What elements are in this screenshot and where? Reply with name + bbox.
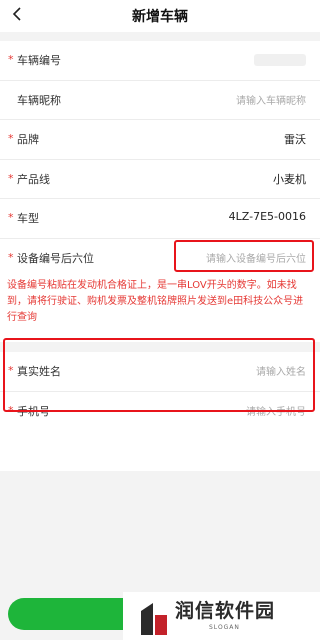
brand-row[interactable]: * 品牌 雷沃 [0,120,320,160]
vehicle-no-label: 车辆编号 [17,54,61,67]
building-logo-icon [141,603,167,635]
nickname-label: 车辆昵称 [17,93,61,107]
product-line-row[interactable]: * 产品线 小麦机 [0,160,320,199]
required-mark: * [8,211,14,224]
required-mark: * [8,171,14,185]
device-no-hint: 设备编号粘贴在发动机合格证上，是一串LOV开头的数字。如未找到，请将行驶证、购机… [0,278,320,342]
owner-info-highlight-box [3,338,315,412]
brand-value: 雷沃 [284,133,306,146]
product-line-label: 产品线 [17,172,50,186]
nickname-row[interactable]: 车辆昵称 请输入车辆昵称 [0,81,320,120]
device-no-highlight-box [174,240,314,272]
vehicle-no-row[interactable]: * 车辆编号 [0,41,320,81]
form-bottom-filler [0,431,320,471]
product-line-value: 小麦机 [273,172,306,186]
model-value: 4LZ-7E5-0016 [228,210,306,223]
required-mark: * [8,53,14,66]
required-mark: * [8,132,14,145]
vehicle-no-value [254,54,306,66]
brand-label: 品牌 [17,133,39,146]
model-label: 车型 [17,212,39,225]
required-mark: * [8,250,14,264]
nickname-input[interactable]: 请输入车辆昵称 [236,92,306,107]
page-title: 新增车辆 [132,9,188,25]
model-row[interactable]: * 车型 4LZ-7E5-0016 [0,199,320,239]
watermark: 润信软件园 SLOGAN [123,592,320,640]
watermark-brand: 润信软件园 [175,600,276,622]
top-bar: 新增车辆 [0,0,320,32]
watermark-slogan: SLOGAN [209,624,240,631]
device-no-label: 设备编号后六位 [17,251,94,265]
